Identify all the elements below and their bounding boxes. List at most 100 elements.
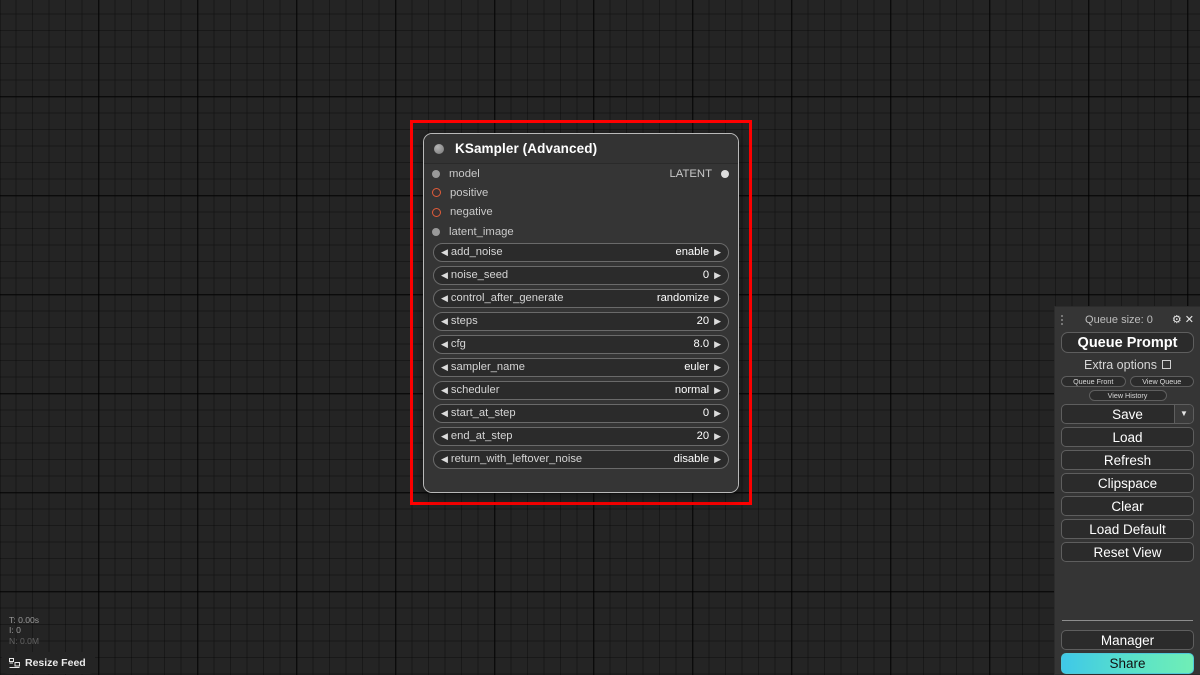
queue-prompt-button[interactable]: Queue Prompt [1061, 332, 1194, 353]
node-input-negative[interactable]: negative [424, 203, 738, 222]
node-input-latent-image[interactable]: latent_image [424, 222, 738, 241]
chevron-left-icon[interactable]: ◀ [441, 431, 448, 441]
slot-label: negative [450, 206, 493, 219]
menu-divider [1062, 620, 1193, 621]
chevron-right-icon[interactable]: ▶ [714, 431, 721, 441]
widget-value: enable [675, 246, 710, 259]
widget-sampler_name[interactable]: ◀ sampler_name euler ▶ [433, 358, 729, 377]
drag-handle-icon[interactable] [1061, 314, 1065, 326]
slot-label: model [449, 167, 480, 180]
refresh-button[interactable]: Refresh [1061, 450, 1194, 470]
chevron-left-icon[interactable]: ◀ [441, 316, 448, 326]
queue-actions-row: Queue Front View Queue [1061, 376, 1194, 387]
node-input-positive[interactable]: positive [424, 183, 738, 202]
manager-button[interactable]: Manager [1061, 630, 1194, 650]
widget-value: 0 [702, 407, 710, 420]
widget-value: disable [673, 453, 710, 466]
widget-value: euler [684, 361, 710, 374]
resize-icon [9, 657, 20, 668]
gear-icon[interactable]: ⚙ [1172, 314, 1182, 326]
widget-value: 20 [696, 315, 710, 328]
slot-dot-icon[interactable] [432, 207, 441, 217]
view-history-button[interactable]: View History [1088, 390, 1167, 401]
slot-label: positive [450, 186, 489, 199]
slot-label: LATENT [669, 167, 712, 180]
queue-size-label: Queue size: 0 [1085, 314, 1153, 326]
widget-return_with_leftover_noise[interactable]: ◀ return_with_leftover_noise disable ▶ [433, 450, 729, 469]
widget-cfg[interactable]: ◀ cfg 8.0 ▶ [433, 335, 729, 354]
chevron-right-icon[interactable]: ▶ [714, 408, 721, 418]
chevron-left-icon[interactable]: ◀ [441, 339, 448, 349]
widget-value: 0 [702, 269, 710, 282]
clipspace-button[interactable]: Clipspace [1061, 473, 1194, 493]
load-default-button[interactable]: Load Default [1061, 519, 1194, 539]
widget-value: randomize [656, 292, 710, 305]
node-widgets: ◀ add_noise enable ▶ ◀ noise_seed 0 ▶ ◀ … [424, 241, 738, 469]
chevron-left-icon[interactable]: ◀ [441, 247, 448, 257]
resize-feed-label: Resize Feed [25, 657, 86, 669]
chevron-left-icon[interactable]: ◀ [441, 293, 448, 303]
node-title: KSampler (Advanced) [455, 141, 598, 156]
widget-scheduler[interactable]: ◀ scheduler normal ▶ [433, 381, 729, 400]
slot-dot-icon[interactable] [721, 169, 729, 178]
load-button[interactable]: Load [1061, 427, 1194, 447]
chevron-right-icon[interactable]: ▶ [714, 247, 721, 257]
view-queue-button[interactable]: View Queue [1129, 376, 1194, 387]
chevron-left-icon[interactable]: ◀ [441, 385, 448, 395]
chevron-right-icon[interactable]: ▶ [714, 362, 721, 372]
chevron-down-icon[interactable]: ▼ [1174, 405, 1193, 423]
chevron-left-icon[interactable]: ◀ [441, 270, 448, 280]
widget-label: cfg [450, 338, 466, 351]
chevron-right-icon[interactable]: ▶ [714, 454, 721, 464]
widget-label: noise_seed [450, 269, 509, 282]
clear-button[interactable]: Clear [1061, 496, 1194, 516]
widget-value: 20 [696, 430, 710, 443]
widget-control_after_generate[interactable]: ◀ control_after_generate randomize ▶ [433, 289, 729, 308]
widget-label: steps [450, 315, 478, 328]
comfy-menu-panel[interactable]: Queue size: 0 ⚙ ✕ Queue Prompt Extra opt… [1054, 306, 1200, 675]
chevron-right-icon[interactable]: ▶ [714, 293, 721, 303]
slot-dot-icon[interactable] [432, 188, 441, 198]
chevron-left-icon[interactable]: ◀ [441, 454, 448, 464]
chevron-right-icon[interactable]: ▶ [714, 385, 721, 395]
node-titlebar[interactable]: KSampler (Advanced) [424, 134, 738, 164]
extra-options-label: Extra options [1084, 357, 1157, 372]
menu-spacer [1061, 565, 1194, 620]
widget-noise_seed[interactable]: ◀ noise_seed 0 ▶ [433, 266, 729, 285]
slot-dot-icon[interactable] [432, 169, 440, 178]
chevron-left-icon[interactable]: ◀ [441, 362, 448, 372]
node-collapse-icon[interactable] [434, 143, 444, 154]
widget-label: control_after_generate [450, 292, 564, 305]
widget-value: 8.0 [693, 338, 710, 351]
close-icon[interactable]: ✕ [1185, 314, 1194, 326]
chevron-right-icon[interactable]: ▶ [714, 339, 721, 349]
history-row: View History [1061, 390, 1194, 401]
chevron-right-icon[interactable]: ▶ [714, 270, 721, 280]
widget-label: start_at_step [450, 407, 516, 420]
widget-end_at_step[interactable]: ◀ end_at_step 20 ▶ [433, 427, 729, 446]
widget-label: scheduler [450, 384, 500, 397]
share-button[interactable]: Share [1061, 653, 1194, 674]
queue-front-button[interactable]: Queue Front [1061, 376, 1126, 387]
widget-label: add_noise [450, 246, 503, 259]
widget-label: end_at_step [450, 430, 513, 443]
node-output-latent[interactable]: LATENT [598, 164, 738, 183]
slot-label: latent_image [449, 225, 514, 238]
resize-feed-button[interactable]: Resize Feed [2, 652, 95, 674]
widget-add_noise[interactable]: ◀ add_noise enable ▶ [433, 243, 729, 262]
menu-header: Queue size: 0 ⚙ ✕ [1061, 312, 1194, 328]
save-button-wrapper: Save ▼ [1061, 404, 1194, 427]
widget-steps[interactable]: ◀ steps 20 ▶ [433, 312, 729, 331]
slot-dot-icon[interactable] [432, 227, 440, 236]
node-ksampler-advanced[interactable]: KSampler (Advanced) model LATENT positiv… [423, 133, 739, 493]
widget-label: sampler_name [450, 361, 525, 374]
reset-view-button[interactable]: Reset View [1061, 542, 1194, 562]
widget-value: normal [674, 384, 710, 397]
node-body: model LATENT positive negative latent_im… [424, 164, 738, 492]
extra-options-checkbox[interactable] [1161, 360, 1171, 369]
widget-label: return_with_leftover_noise [450, 453, 583, 466]
chevron-right-icon[interactable]: ▶ [714, 316, 721, 326]
extra-options-row[interactable]: Extra options [1061, 356, 1194, 373]
chevron-left-icon[interactable]: ◀ [441, 408, 448, 418]
widget-start_at_step[interactable]: ◀ start_at_step 0 ▶ [433, 404, 729, 423]
